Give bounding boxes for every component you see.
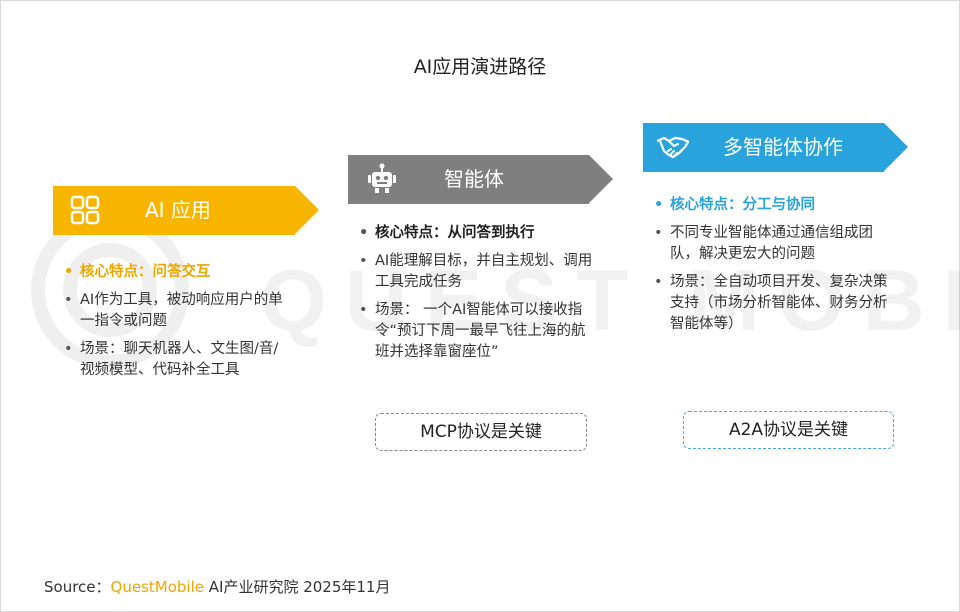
stage-banner-multi-agent: 多智能体协作 [643,123,908,172]
apps-grid-icon [67,192,103,228]
stage-label: AI 应用 [145,198,211,222]
stage-points-ai-app: 核心特点：问答交互 AI作为工具，被动响应用户的单一指令或问题 场景：聊天机器人… [62,262,287,388]
point-item: AI作为工具，被动响应用户的单一指令或问题 [62,290,287,332]
source-prefix: Source： [44,578,111,596]
stage-banner-ai-app: AI 应用 [53,186,319,235]
point-item: 场景：聊天机器人、文生图/音/视频模型、代码补全工具 [62,339,287,381]
key-feature: 核心特点：分工与协同 [652,195,900,216]
stage-label: 智能体 [444,167,504,191]
point-item: AI能理解目标，并自主规划、调用工具完成任务 [357,251,593,293]
point-item: 场景：全自动项目开发、复杂决策支持（市场分析智能体、财务分析智能体等） [652,272,900,335]
stage-banner-agent: 智能体 [348,155,613,204]
page-title: AI应用演进路径 [413,56,547,78]
stage-label: 多智能体协作 [723,135,843,159]
robot-icon [364,161,400,197]
protocol-box-mcp: MCP协议是关键 [375,413,587,451]
protocol-box-a2a: A2A协议是关键 [683,411,894,449]
source-suffix: AI产业研究院 2025年11月 [203,578,391,596]
stage-points-agent: 核心特点：从问答到执行 AI能理解目标，并自主规划、调用工具完成任务 场景： 一… [357,223,593,370]
source-brand: QuestMobile [110,578,204,596]
key-feature: 核心特点：从问答到执行 [357,223,593,244]
stage-points-multi-agent: 核心特点：分工与协同 不同专业智能体通过通信组成团队，解决更宏大的问题 场景：全… [652,195,900,342]
point-item: 场景： 一个AI智能体可以接收指令“预订下周一最早飞往上海的航班并选择靠窗座位” [357,300,593,363]
handshake-icon [655,129,691,165]
key-feature: 核心特点：问答交互 [62,262,287,283]
point-item: 不同专业智能体通过通信组成团队，解决更宏大的问题 [652,223,900,265]
source-note: Source：QuestMobile AI产业研究院 2025年11月 [44,576,390,597]
